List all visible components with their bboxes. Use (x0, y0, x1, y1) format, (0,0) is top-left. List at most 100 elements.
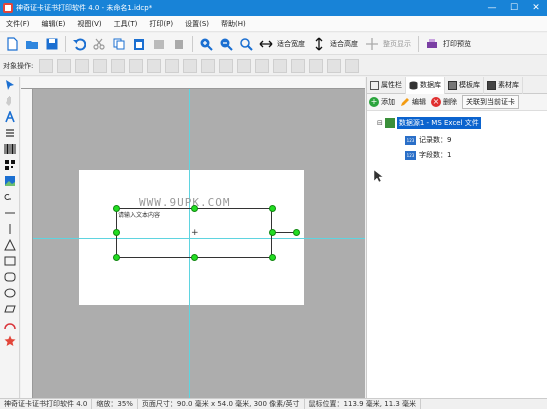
menu-edit[interactable]: 编辑(E) (36, 19, 72, 29)
status-zoom: 缩放：35% (92, 399, 138, 409)
tab-materials[interactable]: 素材库 (484, 76, 523, 94)
tab-properties[interactable]: 属性栏 (367, 76, 406, 94)
lock-icon[interactable] (309, 58, 324, 73)
clone-icon[interactable] (171, 36, 187, 52)
tree-item-records[interactable]: 123 记录数：9 (405, 135, 451, 145)
collapse-icon[interactable]: ⊟ (377, 119, 383, 127)
resize-handle-bottom-left[interactable] (113, 254, 120, 261)
ellipse-tool-icon[interactable] (0, 285, 20, 301)
qrcode-tool-icon[interactable] (0, 157, 20, 173)
ungroup-icon[interactable] (291, 58, 306, 73)
same-height-icon[interactable] (165, 58, 180, 73)
menu-print[interactable]: 打印(P) (143, 19, 179, 29)
text-tool-icon[interactable] (0, 109, 20, 125)
design-canvas[interactable]: WWW.9UPK.COM 请输入文本内容 + (21, 77, 365, 398)
new-icon[interactable] (4, 36, 20, 52)
align-right-icon[interactable] (75, 58, 90, 73)
undo-icon[interactable] (71, 36, 87, 52)
status-page-size: 页面尺寸：90.0 毫米 x 54.0 毫米, 300 像素/英寸 (138, 399, 305, 409)
open-icon[interactable] (24, 36, 40, 52)
link-to-card-button[interactable]: 关联到当前证卡 (462, 95, 519, 109)
menu-help[interactable]: 帮助(H) (215, 19, 252, 29)
same-width-icon[interactable] (147, 58, 162, 73)
rotation-handle[interactable] (293, 229, 300, 236)
distribute-v-icon[interactable] (219, 58, 234, 73)
add-label: 添加 (381, 98, 395, 106)
print-icon[interactable] (424, 36, 440, 52)
line-tool-icon[interactable] (0, 205, 20, 221)
paint-icon[interactable] (151, 36, 167, 52)
menu-settings[interactable]: 设置(S) (179, 19, 215, 29)
whole-page-button[interactable]: 整页显示 (383, 39, 411, 49)
send-back-icon[interactable] (255, 58, 270, 73)
resize-handle-top-left[interactable] (113, 205, 120, 212)
fit-width-button[interactable]: 适合宽度 (277, 39, 305, 49)
select-all-icon[interactable] (345, 58, 360, 73)
image-tool-icon[interactable] (0, 173, 20, 189)
resize-handle-right[interactable] (269, 229, 276, 236)
bring-front-icon[interactable] (237, 58, 252, 73)
copy-icon[interactable] (111, 36, 127, 52)
hand-tool-icon[interactable] (0, 93, 20, 109)
text-object-content: 请输入文本内容 (118, 212, 161, 219)
edit-button[interactable]: 编辑 (400, 97, 426, 107)
select-tool-icon[interactable] (0, 77, 20, 93)
minimize-button[interactable]: — (481, 0, 503, 16)
barcode-tool-icon[interactable] (0, 141, 20, 157)
group-icon[interactable] (273, 58, 288, 73)
align-top-icon[interactable] (93, 58, 108, 73)
align-center-icon[interactable] (57, 58, 72, 73)
database-actions: + 添加 编辑 × 删除 关联到当前证卡 (367, 94, 547, 111)
same-size-icon[interactable] (183, 58, 198, 73)
rectangle-tool-icon[interactable] (0, 253, 20, 269)
plus-icon: + (369, 97, 379, 107)
zoom-out-icon[interactable] (218, 36, 234, 52)
fit-height-button[interactable]: 适合高度 (330, 39, 358, 49)
excel-icon (384, 118, 395, 128)
fit-width-icon[interactable] (258, 36, 274, 52)
unlock-icon[interactable] (327, 58, 342, 73)
tool-palette (0, 77, 20, 398)
resize-handle-top-right[interactable] (269, 205, 276, 212)
triangle-tool-icon[interactable] (0, 237, 20, 253)
align-bottom-icon[interactable] (129, 58, 144, 73)
align-middle-icon[interactable] (111, 58, 126, 73)
table-icon: 123 (405, 150, 416, 160)
whole-page-icon[interactable] (364, 36, 380, 52)
tree-item-datasource[interactable]: ⊟ 数据源1 - MS Excel 文件 (377, 117, 481, 129)
vertical-line-tool-icon[interactable] (0, 221, 20, 237)
paste-icon[interactable] (131, 36, 147, 52)
menu-file[interactable]: 文件(F) (0, 19, 36, 29)
delete-button[interactable]: × 删除 (431, 97, 457, 107)
distribute-h-icon[interactable] (201, 58, 216, 73)
align-left-icon[interactable] (39, 58, 54, 73)
fit-height-icon[interactable] (311, 36, 327, 52)
save-icon[interactable] (44, 36, 60, 52)
materials-icon (487, 80, 496, 90)
status-app-name: 神奇证卡证书打印软件 4.0 (0, 399, 93, 409)
link-tool-icon[interactable] (0, 189, 20, 205)
toolbar-separator (418, 35, 419, 52)
zoom-in-icon[interactable] (198, 36, 214, 52)
delete-icon: × (431, 97, 441, 107)
resize-handle-left[interactable] (113, 229, 120, 236)
cut-icon[interactable] (91, 36, 107, 52)
maximize-button[interactable]: ☐ (503, 0, 525, 16)
multiline-text-tool-icon[interactable] (0, 125, 20, 141)
tab-database[interactable]: 数据库 (406, 76, 445, 94)
star-tool-icon[interactable] (0, 333, 20, 349)
arc-tool-icon[interactable] (0, 317, 20, 333)
menu-tools[interactable]: 工具(T) (108, 19, 144, 29)
menu-view[interactable]: 视图(V) (71, 19, 107, 29)
print-preview-button[interactable]: 打印预览 (443, 39, 471, 49)
resize-handle-bottom-right[interactable] (269, 254, 276, 261)
resize-handle-top[interactable] (191, 205, 198, 212)
tab-templates[interactable]: 模板库 (445, 76, 484, 94)
tree-item-fields[interactable]: 123 字段数：1 (405, 150, 451, 160)
resize-handle-bottom[interactable] (191, 254, 198, 261)
parallelogram-tool-icon[interactable] (0, 301, 20, 317)
zoom-fit-icon[interactable] (238, 36, 254, 52)
close-button[interactable]: ✕ (525, 0, 547, 16)
rounded-rect-tool-icon[interactable] (0, 269, 20, 285)
add-button[interactable]: + 添加 (369, 97, 395, 107)
